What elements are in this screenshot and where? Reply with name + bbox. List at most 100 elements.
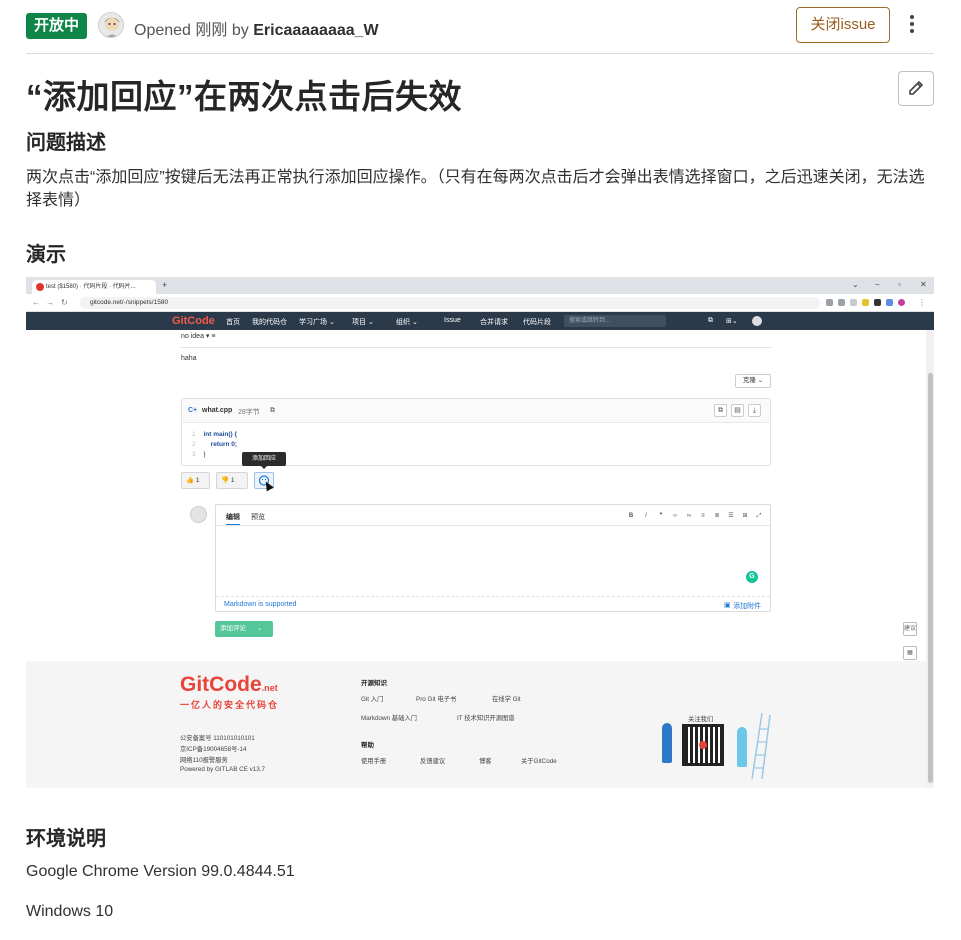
nav-item-home: 首页 — [226, 319, 240, 326]
thumbs-up-icon: 👍 — [186, 477, 195, 484]
qr-code-icon — [682, 724, 724, 766]
url-field: gitcode.net/-/snippets/1580 — [80, 297, 820, 309]
star-icon — [850, 299, 857, 306]
footer-link: Git 入门 — [361, 696, 384, 703]
new-tab-icon: + — [162, 280, 168, 290]
comment-editor: 编辑 预览 B I ❞ ‹› ∞ ≡ ≣ ☰ ⊞ ⤢ G Markdown is… — [215, 504, 771, 612]
add-reaction-tooltip: 添加回应 — [242, 452, 286, 469]
code-icon: ‹› — [673, 513, 677, 519]
browser-addressbar: ← → ↻ gitcode.net/-/snippets/1580 ⋮ — [26, 294, 934, 312]
bullet-list-icon: ≡ — [701, 513, 705, 519]
profile-icon — [898, 299, 905, 306]
issue-meta: Opened 刚刚 by Ericaaaaaaaa_W — [134, 16, 379, 40]
demo-heading: 演示 — [26, 244, 66, 266]
gitcode-logo: GitCode — [172, 315, 215, 327]
forward-icon: → — [46, 298, 54, 307]
line-number: 2 — [192, 441, 196, 448]
gitcode-favicon-icon — [36, 283, 44, 291]
maximize-icon: ▫ — [898, 280, 901, 289]
nav-item-my-repos: 我的代码仓 — [252, 319, 287, 326]
divider — [216, 525, 770, 526]
code-line: 1 int main() { — [192, 430, 237, 438]
footer-link: 使用手册 — [361, 758, 387, 765]
close-issue-button[interactable]: 关闭issue — [796, 7, 890, 43]
download-icon: ⤓ — [748, 404, 761, 417]
pencil-icon — [909, 81, 923, 95]
demo-screenshot: test ($1580) · 代码片段 · 代码片... + ⌄ − ▫ ✕ ←… — [26, 277, 934, 788]
opened-time: 刚刚 — [195, 22, 228, 39]
raw-file-icon: ▤ — [731, 404, 744, 417]
ladder-illustration-icon — [751, 713, 771, 779]
nav-item-merge-requests: 合并请求 — [480, 319, 508, 326]
italic-icon: I — [645, 513, 647, 519]
footer-link: 在线学 Git — [492, 696, 521, 703]
file-size: 28字节 — [238, 409, 260, 416]
author-link[interactable]: Ericaaaaaaaa_W — [253, 22, 378, 39]
edit-title-button[interactable] — [898, 71, 934, 106]
copy-path-icon: ⧉ — [270, 407, 275, 414]
chevron-down-icon: ⌄ — [852, 280, 859, 289]
extension-icon — [826, 299, 833, 306]
code-text: } — [203, 451, 206, 458]
qr-code-icon: ▦ — [903, 646, 917, 660]
commenter-avatar — [190, 506, 207, 523]
chevron-down-icon: ⌄ — [256, 625, 263, 632]
task-list-icon: ☰ — [728, 513, 734, 519]
markdown-note: Markdown is supported — [224, 601, 297, 608]
numbered-list-icon: ≣ — [714, 513, 720, 519]
thumbs-up-count: 1 — [195, 477, 200, 484]
status-badge: 开放中 — [26, 13, 88, 39]
nav-item-projects: 项目 ⌄ — [352, 319, 374, 326]
description-text: 两次点击“添加回应”按键后无法再正常执行添加回应操作。（只有在每两次点击后才会弹… — [26, 169, 925, 209]
tab-preview: 预览 — [251, 514, 265, 521]
more-actions-button[interactable] — [902, 12, 922, 38]
nav-item-snippets: 代码片段 — [523, 319, 551, 326]
extension-icon — [886, 299, 893, 306]
nav-item-learning: 学习广场 ⌄ — [299, 319, 335, 326]
divider — [181, 347, 771, 348]
thumbs-down-count: 1 — [230, 477, 235, 484]
thumbs-down-award: 👎 1 — [216, 472, 248, 489]
environment-os: Windows 10 — [26, 903, 114, 920]
footer-record: 京ICP备19004658号-14 — [180, 746, 247, 753]
footer-link: 博客 — [479, 758, 492, 765]
footer-link: 关于GitCode — [521, 758, 557, 765]
share-icon — [838, 299, 845, 306]
avatar[interactable] — [98, 12, 124, 38]
line-number: 3 — [192, 451, 196, 458]
nav-search-input: 搜索或跳转到... — [564, 315, 666, 327]
issue-header: 开放中 Opened 刚刚 by Ericaaaaaaaa_W 关闭issue — [26, 0, 934, 54]
fullscreen-icon: ⤢ — [756, 513, 762, 519]
code-line: 3 } — [192, 450, 206, 458]
code-text: return 0; — [203, 441, 238, 448]
copy-file-icon: ⧉ — [714, 404, 727, 417]
kebab-icon — [910, 15, 914, 19]
close-window-icon: ✕ — [920, 280, 927, 289]
reload-icon: ↻ — [61, 298, 68, 307]
footer-record: 公安备案号 110101010101 — [180, 735, 255, 742]
extension-icon — [874, 299, 881, 306]
plus-menu-icon: ⊞⌄ — [726, 318, 738, 325]
person-illustration-icon — [737, 727, 747, 767]
opened-label: Opened — [134, 22, 191, 39]
environment-heading: 环境说明 — [26, 828, 106, 850]
thumbs-down-icon: 👎 — [221, 477, 230, 484]
site-footer: GitCode.net 一亿人的安全代码仓 公安备案号 110101010101… — [26, 661, 926, 788]
tab-edit: 编辑 — [226, 512, 240, 526]
comment-no-idea: no idea ▾ ≡ — [181, 333, 216, 340]
todo-icon: ⧉ — [708, 317, 713, 324]
footer-open-source-heading: 开源知识 — [361, 680, 387, 687]
line-number: 1 — [192, 431, 196, 438]
footer-record: Powered by GITLAB CE v13.7 — [180, 766, 266, 773]
footer-link: Markdown 基础入门 — [361, 715, 417, 722]
snippet-file-header: C+ what.cpp 28字节 ⧉ ⧉ ▤ ⤓ — [182, 399, 770, 423]
image-icon: ▣ — [724, 602, 731, 609]
footer-record: 网络110报警服务 — [180, 757, 228, 764]
thumbs-up-award: 👍 1 — [181, 472, 210, 489]
code-text: int main() { — [203, 431, 238, 438]
attach-file-link: 添加附件 — [733, 603, 761, 610]
link-icon: ∞ — [686, 513, 692, 519]
footer-link: IT 技术知识开源图谱 — [457, 715, 515, 722]
cpp-file-icon: C+ — [188, 407, 198, 414]
quote-icon: ❞ — [659, 513, 663, 519]
